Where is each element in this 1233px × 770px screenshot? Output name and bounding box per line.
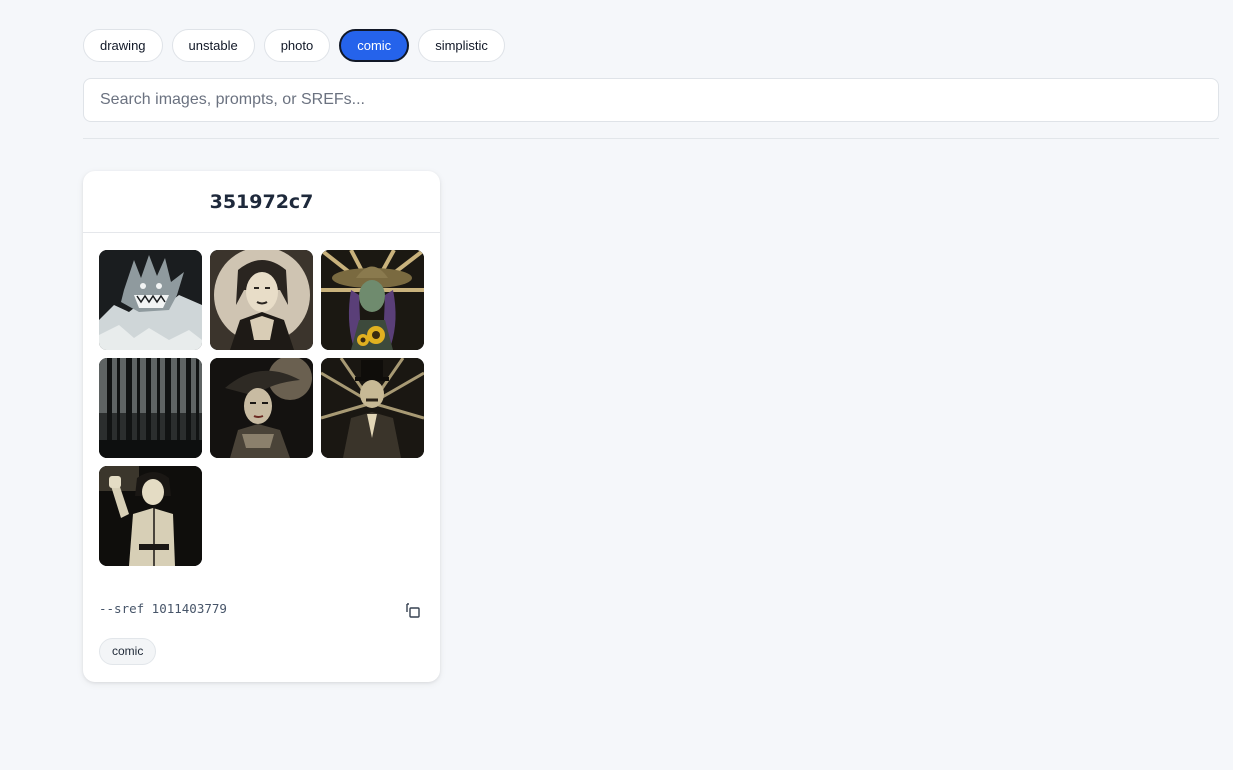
sref-code: --sref 1011403779 [99,601,227,616]
tag-comic[interactable]: comic [99,638,157,665]
copy-icon[interactable] [404,601,422,619]
filter-chips: drawing unstable photo comic simplistic [83,29,1219,62]
image-thumb-woman-portrait[interactable] [210,250,313,350]
card-title: 351972c7 [83,171,440,233]
divider [83,138,1219,139]
image-thumb-dark-forest[interactable] [99,358,202,458]
filter-chip-drawing[interactable]: drawing [83,29,163,62]
filter-chip-simplistic[interactable]: simplistic [418,29,505,62]
filter-chip-unstable[interactable]: unstable [171,29,255,62]
image-thumb-man-top-hat[interactable] [321,358,424,458]
image-thumb-woman-waving[interactable] [99,466,202,566]
image-thumb-woman-sunflower-hat[interactable] [321,250,424,350]
image-thumb-dragon[interactable] [99,250,202,350]
page: drawing unstable photo comic simplistic … [83,29,1219,682]
search-input[interactable] [83,78,1219,122]
sref-card: 351972c7 --sref 1011403779 comic [83,171,440,682]
image-grid [99,250,424,566]
image-thumb-woman-feather-hat[interactable] [210,358,313,458]
filter-chip-photo[interactable]: photo [263,29,331,62]
filter-chip-comic[interactable]: comic [339,29,410,62]
